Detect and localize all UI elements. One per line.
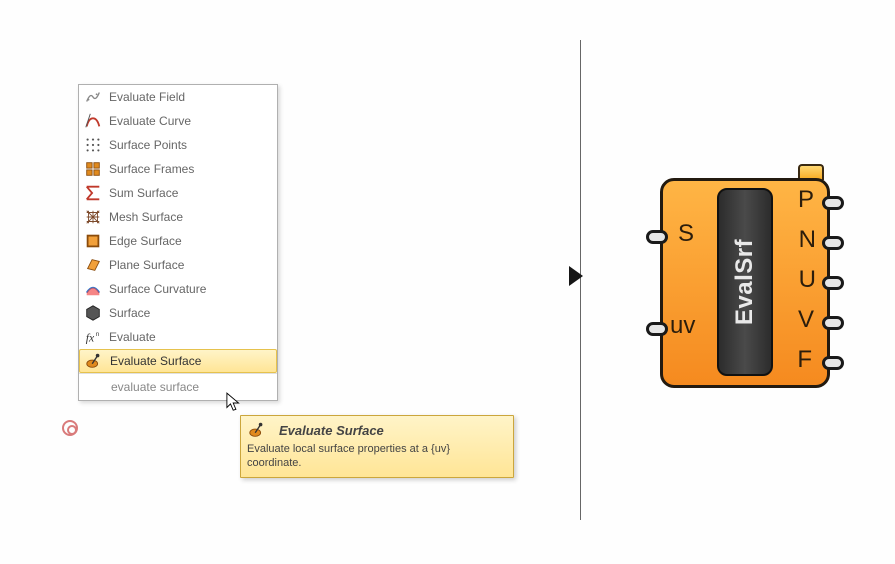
menu-item-label: Mesh Surface — [109, 210, 183, 224]
menu-item-mesh-surface[interactable]: Mesh Surface — [79, 205, 277, 229]
menu-item-surface-frames[interactable]: Surface Frames — [79, 157, 277, 181]
frames-icon — [83, 159, 103, 179]
output-pin-v[interactable] — [822, 316, 844, 330]
svg-text:n: n — [96, 331, 100, 338]
arrow-right-icon — [569, 266, 583, 286]
menu-search-row — [79, 373, 277, 400]
plane-surface-icon — [83, 255, 103, 275]
input-pin-s[interactable] — [646, 230, 668, 244]
field-icon — [83, 87, 103, 107]
evaluate-surface-icon — [247, 420, 267, 440]
menu-item-evaluate[interactable]: fxn Evaluate — [79, 325, 277, 349]
menu-item-plane-surface[interactable]: Plane Surface — [79, 253, 277, 277]
points-grid-icon — [83, 135, 103, 155]
input-label-uv: uv — [670, 312, 695, 340]
output-pin-p[interactable] — [822, 196, 844, 210]
fx-icon: fxn — [83, 327, 103, 347]
menu-item-label: Plane Surface — [109, 258, 184, 272]
component-name: EvalSrf — [731, 239, 759, 325]
menu-item-evaluate-field[interactable]: Evaluate Field — [79, 85, 277, 109]
input-pin-uv[interactable] — [646, 322, 668, 336]
menu-item-sum-surface[interactable]: Sum Surface — [79, 181, 277, 205]
mesh-icon — [83, 207, 103, 227]
output-pin-f[interactable] — [822, 356, 844, 370]
output-label-v: V — [798, 306, 814, 334]
menu-item-evaluate-curve[interactable]: Evaluate Curve — [79, 109, 277, 133]
menu-item-label: Surface Curvature — [109, 282, 206, 296]
menu-item-label: Evaluate — [109, 330, 156, 344]
menu-item-label: Sum Surface — [109, 186, 178, 200]
surface-hex-icon — [83, 303, 103, 323]
tooltip-description: Evaluate local surface properties at a {… — [247, 442, 507, 471]
search-input[interactable] — [83, 379, 273, 395]
output-pin-n[interactable] — [822, 236, 844, 250]
menu-item-label: Surface Points — [109, 138, 187, 152]
menu-item-surface-curvature[interactable]: Surface Curvature — [79, 277, 277, 301]
sum-surface-icon — [83, 183, 103, 203]
menu-item-surface[interactable]: Surface — [79, 301, 277, 325]
curve-icon — [83, 111, 103, 131]
tooltip-title: Evaluate Surface — [279, 423, 384, 438]
menu-item-evaluate-surface[interactable]: Evaluate Surface — [79, 349, 277, 373]
menu-item-label: Evaluate Field — [109, 90, 185, 104]
curvature-icon — [83, 279, 103, 299]
output-label-f: F — [797, 346, 812, 374]
output-label-p: P — [798, 186, 814, 214]
menu-item-label: Surface — [109, 306, 150, 320]
component-nameplate: EvalSrf — [717, 188, 773, 376]
component-search-menu: Evaluate Field Evaluate Curve Surface Po… — [78, 84, 278, 401]
output-label-n: N — [799, 226, 816, 254]
menu-item-label: Edge Surface — [109, 234, 182, 248]
menu-item-edge-surface[interactable]: Edge Surface — [79, 229, 277, 253]
evaluate-surface-icon — [84, 351, 104, 371]
menu-item-surface-points[interactable]: Surface Points — [79, 133, 277, 157]
output-pin-u[interactable] — [822, 276, 844, 290]
evalsrf-component[interactable]: EvalSrf S uv P N U V F — [660, 178, 830, 388]
input-label-s: S — [678, 220, 694, 248]
edge-surface-icon — [83, 231, 103, 251]
svg-text:fx: fx — [86, 332, 95, 345]
menu-item-label: Surface Frames — [109, 162, 194, 176]
output-label-u: U — [799, 266, 816, 294]
canvas-click-target-icon — [62, 420, 78, 436]
menu-item-label: Evaluate Surface — [110, 354, 201, 368]
menu-item-label: Evaluate Curve — [109, 114, 191, 128]
component-tooltip: Evaluate Surface Evaluate local surface … — [240, 415, 514, 478]
